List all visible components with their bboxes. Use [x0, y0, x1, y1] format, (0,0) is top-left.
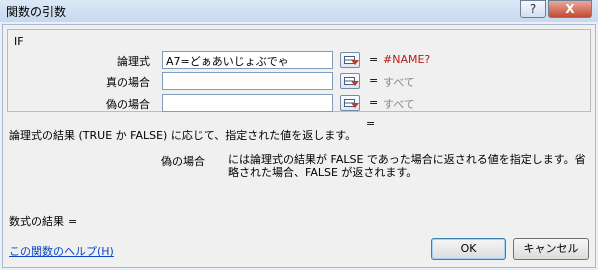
dialog-body: IF 論理式 A7=どぁあいじょぶでゃ = #NAME? 真の場合 = すべて … — [2, 24, 596, 268]
cancel-button[interactable]: キャンセル — [513, 238, 589, 260]
arg-result-logical-test: #NAME? — [383, 53, 431, 66]
arg-equals-3: = — [369, 96, 379, 109]
arg-result-value-if-false: すべて — [383, 98, 415, 111]
collapse-dialog-button-3[interactable] — [340, 95, 360, 111]
close-icon: X — [565, 2, 575, 16]
window-title: 関数の引数 — [6, 5, 67, 19]
current-arg-description: には論理式の結果が FALSE であった場合に返される値を指定します。省略された… — [228, 153, 586, 179]
current-arg-name: 偽の場合 — [161, 155, 205, 168]
collapse-dialog-button-1[interactable] — [340, 52, 360, 68]
arg-label-value-if-true: 真の場合 — [106, 76, 150, 89]
arg-input-logical-test[interactable]: A7=どぁあいじょぶでゃ — [162, 51, 333, 69]
function-help-link[interactable]: この関数のヘルプ(H) — [9, 243, 114, 259]
function-result-equals: = — [366, 117, 376, 130]
ok-button[interactable]: OK — [431, 238, 506, 260]
title-bar: 関数の引数 ? X — [0, 0, 598, 22]
collapse-dialog-button-2[interactable] — [340, 73, 360, 89]
arg-input-value-if-false[interactable] — [162, 94, 333, 112]
formula-result-label: 数式の結果 — [9, 215, 64, 228]
arg-equals-1: = — [369, 53, 379, 66]
arg-label-logical-test: 論理式 — [117, 55, 150, 68]
formula-result-equals: = — [68, 215, 78, 228]
arg-input-value-if-true[interactable] — [162, 72, 333, 90]
arguments-group: IF 論理式 A7=どぁあいじょぶでゃ = #NAME? 真の場合 = すべて … — [7, 29, 591, 112]
help-button[interactable]: ? — [520, 0, 546, 18]
arg-equals-2: = — [369, 74, 379, 87]
function-name: IF — [14, 35, 24, 48]
function-description: 論理式の結果 (TRUE か FALSE) に応じて、指定された値を返します。 — [9, 129, 357, 142]
arg-result-value-if-true: すべて — [383, 76, 415, 89]
arg-label-value-if-false: 偽の場合 — [106, 98, 150, 111]
help-icon: ? — [529, 2, 537, 16]
close-button[interactable]: X — [548, 0, 592, 18]
formula-result: 数式の結果 = — [9, 213, 77, 229]
